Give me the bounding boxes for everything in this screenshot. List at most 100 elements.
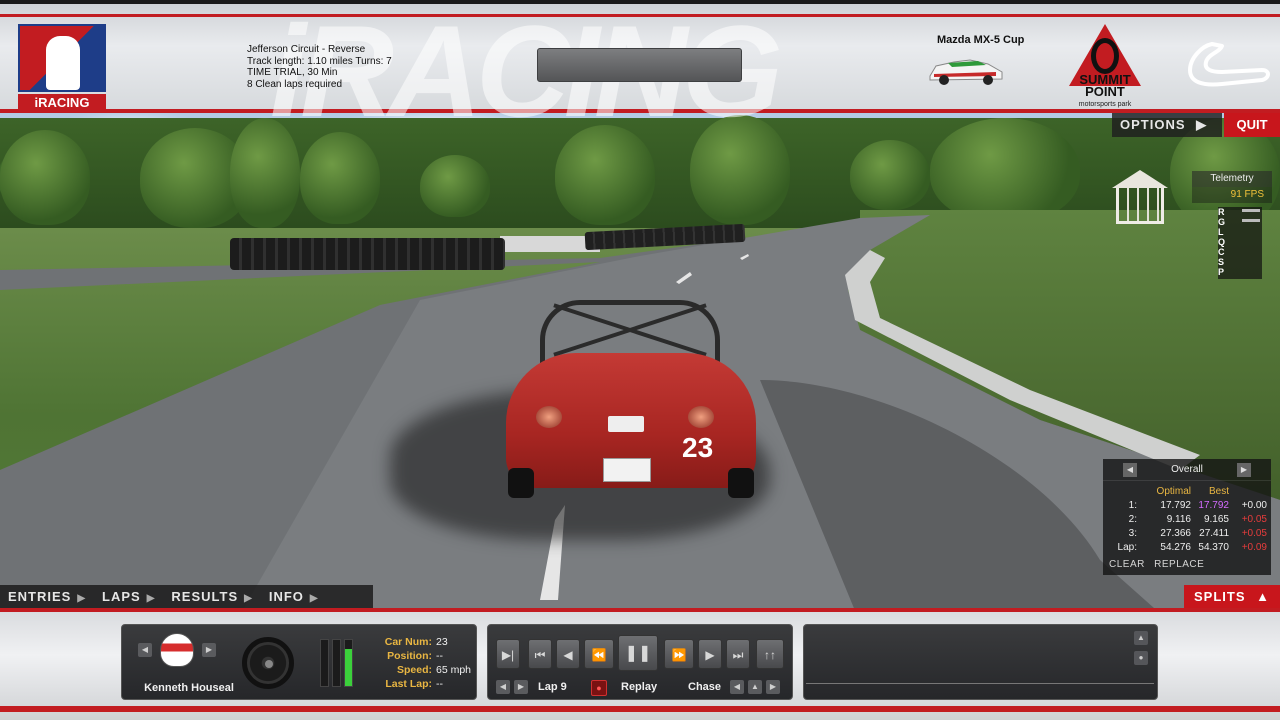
chevron-up-icon: ▲ — [1256, 589, 1271, 604]
fast-forward-button[interactable]: ⏩ — [664, 639, 694, 669]
throttle-bar — [344, 639, 353, 687]
replay-label: Replay — [621, 681, 658, 693]
replace-button[interactable]: REPLACE — [1154, 559, 1204, 570]
col-best: Best — [1208, 486, 1229, 497]
tab-entries[interactable]: ENTRIES ▶ — [0, 585, 94, 608]
session-mode: TIME TRIAL, 30 Min — [247, 67, 338, 78]
splits-toggle-button[interactable]: SPLITS ▲ — [1184, 585, 1280, 608]
chevron-right-icon: ▶ — [205, 645, 213, 654]
chat-input-line — [806, 683, 1154, 684]
last-lap-value: -- — [436, 678, 443, 690]
camera-up-button[interactable]: ▲ — [748, 680, 762, 694]
camera-label: Chase — [688, 681, 722, 693]
splits-table-header: Optimal Best — [1103, 485, 1271, 499]
skip-end-icon: ⏭ — [732, 648, 744, 662]
speed-value: 65 mph — [436, 664, 472, 676]
step-back-button[interactable]: ◀ — [556, 639, 580, 669]
step-forward-icon: ▶ — [705, 648, 715, 662]
col-optimal: Optimal — [1156, 486, 1191, 497]
record-icon: ● — [596, 683, 602, 693]
chevron-right-icon: ▶ — [77, 593, 87, 604]
step-forward-button[interactable]: ▶ — [698, 639, 722, 669]
step-back-icon: ◀ — [563, 648, 573, 662]
driver-name: Kenneth Houseal — [144, 682, 234, 694]
splits-next-button[interactable]: ▶ — [1237, 463, 1251, 477]
table-row: 1: 17.792 17.792 +0.00 — [1128, 500, 1267, 511]
rewind-icon: ⏪ — [591, 648, 607, 662]
rewind-button[interactable]: ⏪ — [584, 639, 614, 669]
chevron-right-icon: ▶ — [146, 593, 156, 604]
table-row: 3: 27.366 27.411 +0.05 — [1128, 528, 1267, 539]
chevron-right-icon: ▶ — [769, 682, 777, 691]
helmet-icon — [160, 633, 194, 667]
telemetry-bar — [1242, 209, 1260, 212]
next-driver-button[interactable]: ▶ — [202, 643, 216, 657]
tab-info[interactable]: INFO ▶ — [261, 585, 327, 608]
clear-button[interactable]: CLEAR — [1109, 559, 1145, 570]
car-badge — [608, 416, 644, 432]
skip-end-button[interactable]: ⏭ — [726, 639, 750, 669]
tire-wall — [230, 238, 505, 270]
options-button[interactable]: OPTIONS ▶ — [1112, 113, 1222, 137]
telemetry-widget[interactable]: Telemetry 91 FPS R G L Q C S P — [1192, 171, 1272, 281]
chevron-right-icon: ▶ — [1196, 117, 1208, 132]
table-row: 2: 9.116 9.165 +0.05 — [1128, 514, 1267, 525]
next-camera-button[interactable]: ▶ — [766, 680, 780, 694]
brand-label: iRACING — [18, 94, 106, 112]
skip-start-button[interactable]: ⏮ — [528, 639, 552, 669]
scroll-up-button[interactable]: ▲ — [1134, 631, 1148, 645]
car-class-name: Mazda MX-5 Cup — [937, 34, 1025, 46]
chevron-up-icon: ▲ — [1137, 633, 1145, 642]
slow-motion-button[interactable]: ↑↑ — [756, 639, 784, 669]
best-highlight: 17.792 — [1198, 500, 1229, 511]
tab-results[interactable]: RESULTS ▶ — [163, 585, 260, 608]
splits-prev-button[interactable]: ◀ — [1123, 463, 1137, 477]
prev-lap-button[interactable]: ◀ — [496, 680, 510, 694]
chevron-right-icon: ▶ — [309, 593, 319, 604]
session-requirement: 8 Clean laps required — [247, 78, 343, 90]
telemetry-letters: R G L Q C S P — [1218, 207, 1226, 277]
track-map-icon — [1188, 42, 1270, 87]
tab-laps[interactable]: LAPS ▶ — [94, 585, 163, 608]
skip-start-icon: ⏮ — [534, 648, 546, 662]
scroll-down-button[interactable]: ● — [1134, 651, 1148, 665]
chat-panel[interactable]: ▲ ● — [803, 624, 1158, 700]
chevron-right-icon: ▶ — [517, 682, 525, 691]
track-logo-text: SUMMIT POINT — [1079, 72, 1131, 99]
rear-wheel-right — [728, 468, 754, 498]
rear-wheel-left — [508, 468, 534, 498]
position-value: -- — [436, 650, 443, 662]
tail-light — [688, 406, 714, 428]
car-number-value: 23 — [436, 636, 448, 648]
telemetry-bar — [1242, 219, 1260, 222]
quit-button[interactable]: QUIT — [1224, 113, 1280, 137]
track-name: Jefferson Circuit - Reverse — [247, 44, 366, 55]
chevron-down-icon: ● — [1138, 653, 1144, 662]
play-button[interactable]: ▶| — [496, 639, 520, 669]
driver-panel: ◀ ▶ Kenneth Houseal Car Num: 23 Position:… — [121, 624, 477, 700]
chevron-left-icon: ◀ — [1126, 465, 1134, 474]
chevron-left-icon: ◀ — [733, 682, 741, 691]
prev-camera-button[interactable]: ◀ — [730, 680, 744, 694]
track-logo: SUMMIT POINT motorsports park — [1064, 24, 1146, 112]
player-car: 23 — [500, 298, 762, 503]
car-thumbnail — [929, 59, 1003, 85]
splits-actions: CLEAR REPLACE — [1109, 559, 1210, 570]
tail-light — [536, 406, 562, 428]
car-number-decal: 23 — [682, 432, 714, 463]
chevron-left-icon: ◀ — [141, 645, 149, 654]
next-lap-button[interactable]: ▶ — [514, 680, 528, 694]
center-action-button[interactable] — [537, 48, 742, 82]
bottom-tabs: ENTRIES ▶ LAPS ▶ RESULTS ▶ INFO ▶ — [0, 585, 373, 608]
gazebo — [1112, 170, 1168, 225]
license-plate — [603, 458, 651, 482]
prev-driver-button[interactable]: ◀ — [138, 643, 152, 657]
record-button[interactable]: ● — [591, 680, 607, 696]
splits-header: ◀ Overall ▶ — [1103, 459, 1271, 481]
chevron-right-icon: ▶ — [1240, 465, 1248, 474]
chevron-left-icon: ◀ — [499, 682, 507, 691]
chevron-right-icon: ▶ — [244, 593, 253, 604]
pause-button[interactable]: ❚❚ — [618, 635, 658, 671]
session-header: iRACING iRACING Jefferson Circuit - Reve… — [0, 0, 1280, 136]
track-logo-subtitle: motorsports park — [1078, 101, 1132, 108]
